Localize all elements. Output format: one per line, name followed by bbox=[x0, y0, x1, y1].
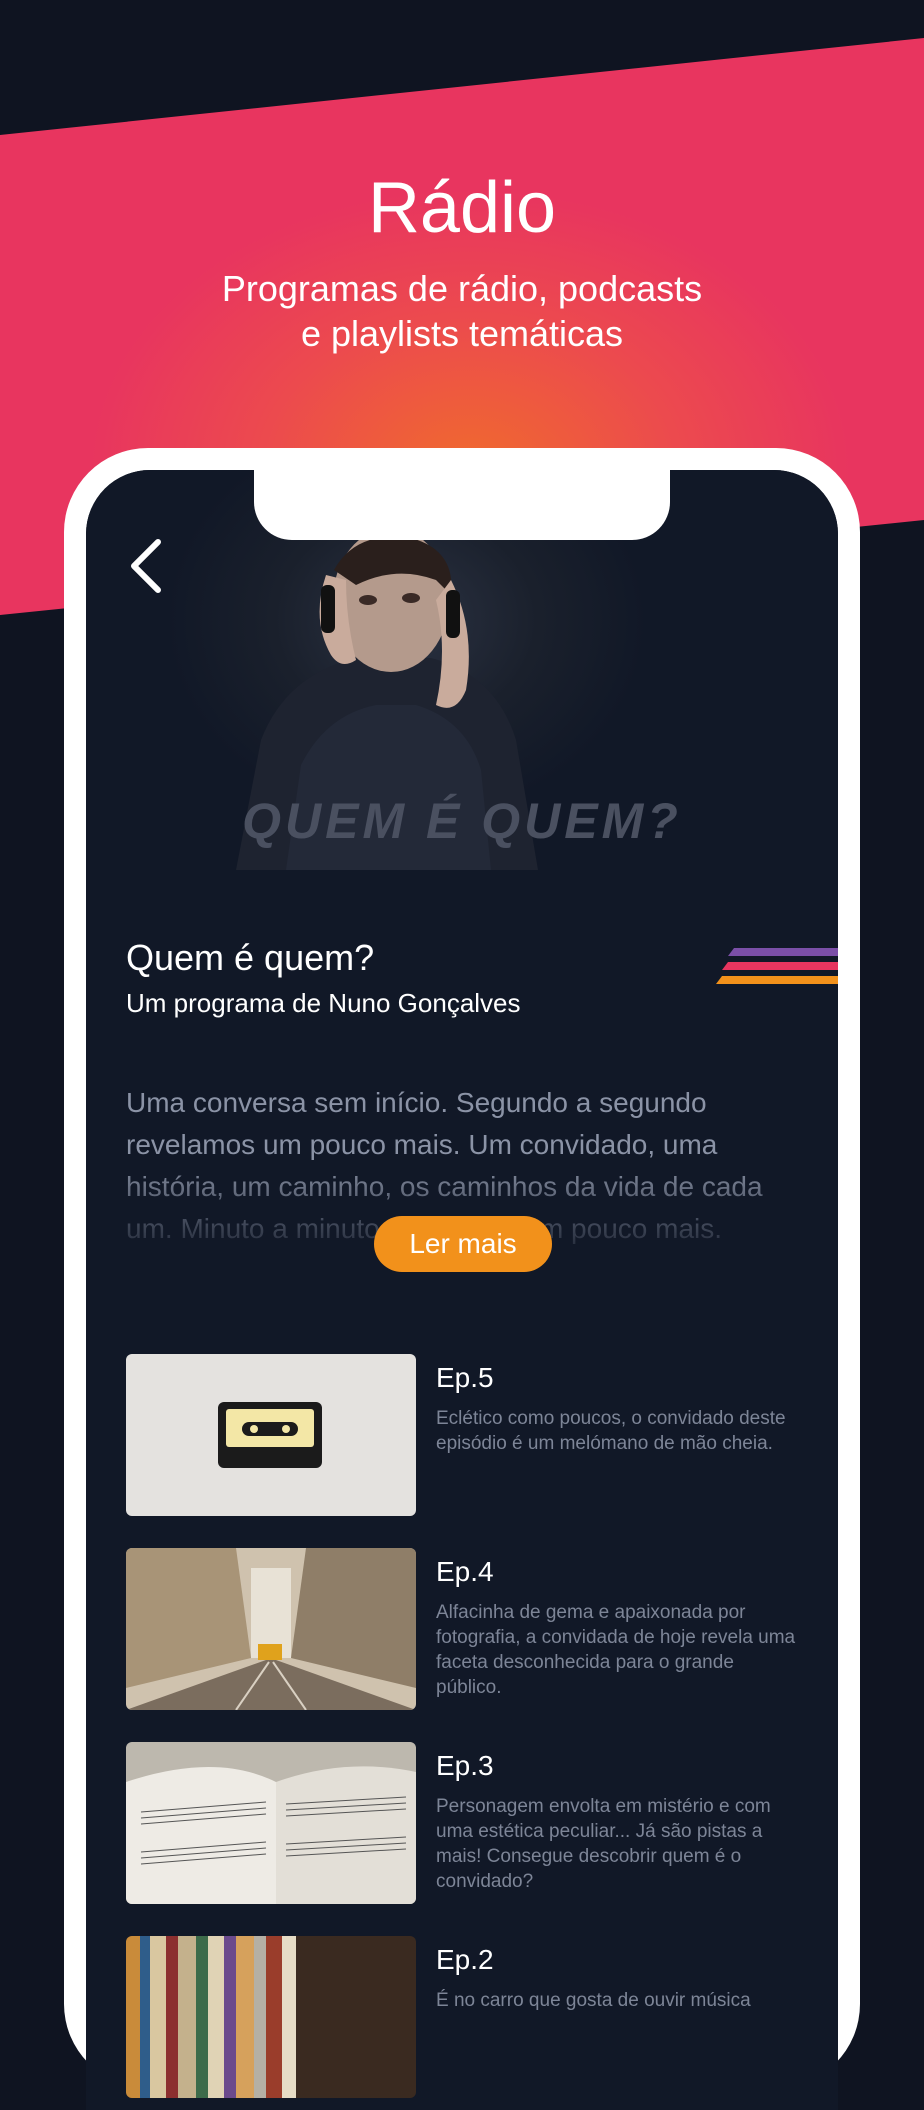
episode-title: Ep.4 bbox=[436, 1556, 494, 1587]
phone-notch bbox=[254, 470, 670, 540]
back-chevron-icon[interactable] bbox=[126, 536, 166, 596]
episode-title: Ep.2 bbox=[436, 1944, 494, 1975]
phone-screen: QUEM É QUEM? Quem é quem? Um programa de… bbox=[86, 470, 838, 2110]
banner-subtitle-line2: e playlists temáticas bbox=[300, 313, 624, 354]
sheet-music-image bbox=[126, 1742, 416, 1904]
episode-item[interactable]: Ep.2 É no carro que gosta de ouvir músic… bbox=[126, 1936, 806, 2098]
banner-title: Rádio bbox=[367, 168, 557, 248]
show-logo-text: QUEM É QUEM? bbox=[242, 793, 682, 849]
read-more-button[interactable]: Ler mais bbox=[374, 1216, 552, 1272]
street-tram-image bbox=[126, 1548, 416, 1710]
episode-item[interactable]: Ep.5 Eclético como poucos, o convidado d… bbox=[126, 1354, 806, 1516]
episode-item[interactable]: Ep.3 Personagem envolta em mistério e co… bbox=[126, 1742, 806, 1904]
cassette-image bbox=[126, 1354, 416, 1516]
banner-subtitle: Programas de rádio, podcasts e playlists… bbox=[0, 266, 924, 356]
episode-description: Eclético como poucos, o convidado deste … bbox=[436, 1408, 786, 1454]
episode-description: Personagem envolta em mistério e com uma… bbox=[436, 1796, 771, 1892]
episode-description: Alfacinha de gema e apaixonada por fotog… bbox=[436, 1602, 796, 1698]
show-title: Quem é quem? bbox=[126, 937, 375, 978]
brand-stripes-icon bbox=[716, 948, 838, 984]
episode-description: É no carro que gosta de ouvir música bbox=[436, 1990, 751, 2011]
banner-subtitle-line1: Programas de rádio, podcasts bbox=[221, 268, 703, 309]
records-image bbox=[126, 1936, 416, 2098]
episode-title: Ep.5 bbox=[436, 1362, 494, 1393]
phone-frame: QUEM É QUEM? Quem é quem? Um programa de… bbox=[64, 448, 860, 2110]
show-subtitle: Um programa de Nuno Gonçalves bbox=[126, 988, 521, 1018]
episode-item[interactable]: Ep.4 Alfacinha de gema e apaixonada por … bbox=[126, 1548, 806, 1710]
episode-title: Ep.3 bbox=[436, 1750, 494, 1781]
